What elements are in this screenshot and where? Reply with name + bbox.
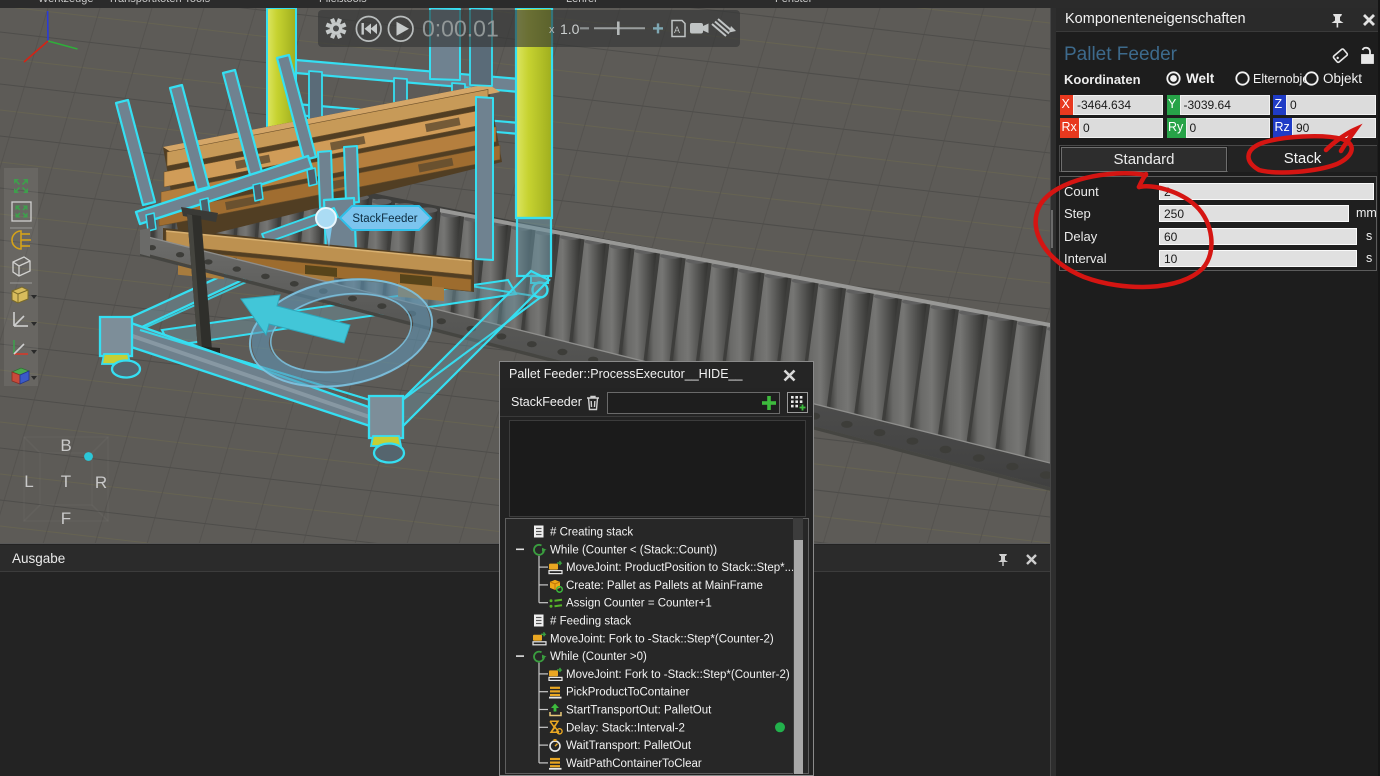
svg-text:x: x [549,24,555,36]
svg-text:A: A [674,25,680,35]
svg-text:B: B [60,436,71,455]
svg-text:PickProductToContainer: PickProductToContainer [566,687,690,699]
svg-text:L: L [24,472,33,491]
svg-text:WaitTransport: PalletOut: WaitTransport: PalletOut [566,740,692,752]
svg-text:Create: Pallet as Pallets at M: Create: Pallet as Pallets at MainFrame [566,580,763,592]
svg-text:0:00.01: 0:00.01 [422,16,499,42]
svg-text:1.0: 1.0 [560,21,580,37]
svg-text:MoveJoint: Fork to -Stack::Ste: MoveJoint: Fork to -Stack::Step*(Counter… [550,633,774,645]
svg-text:# Feeding stack: # Feeding stack [550,616,631,628]
svg-text:MoveJoint: Fork to -Stack::Ste: MoveJoint: Fork to -Stack::Step*(Counter… [566,669,790,681]
svg-text:WaitPathContainerToClear: WaitPathContainerToClear [566,758,702,770]
svg-text:StackFeeder: StackFeeder [352,213,417,225]
svg-text:T: T [61,472,71,491]
svg-text:Delay: Stack::Interval-2: Delay: Stack::Interval-2 [566,722,685,734]
svg-text:StartTransportOut: PalletOut: StartTransportOut: PalletOut [566,705,712,717]
svg-text:# Creating stack: # Creating stack [550,527,633,539]
svg-text:MoveJoint: ProductPosition to: MoveJoint: ProductPosition to Stack::Ste… [566,562,794,574]
svg-text:While (Counter >0): While (Counter >0) [550,651,647,663]
svg-text:R: R [95,473,107,492]
svg-text:While (Counter < (Stack::Count: While (Counter < (Stack::Count)) [550,544,717,556]
svg-text:F: F [61,509,71,528]
svg-text:Assign Counter = Counter+1: Assign Counter = Counter+1 [566,598,712,610]
